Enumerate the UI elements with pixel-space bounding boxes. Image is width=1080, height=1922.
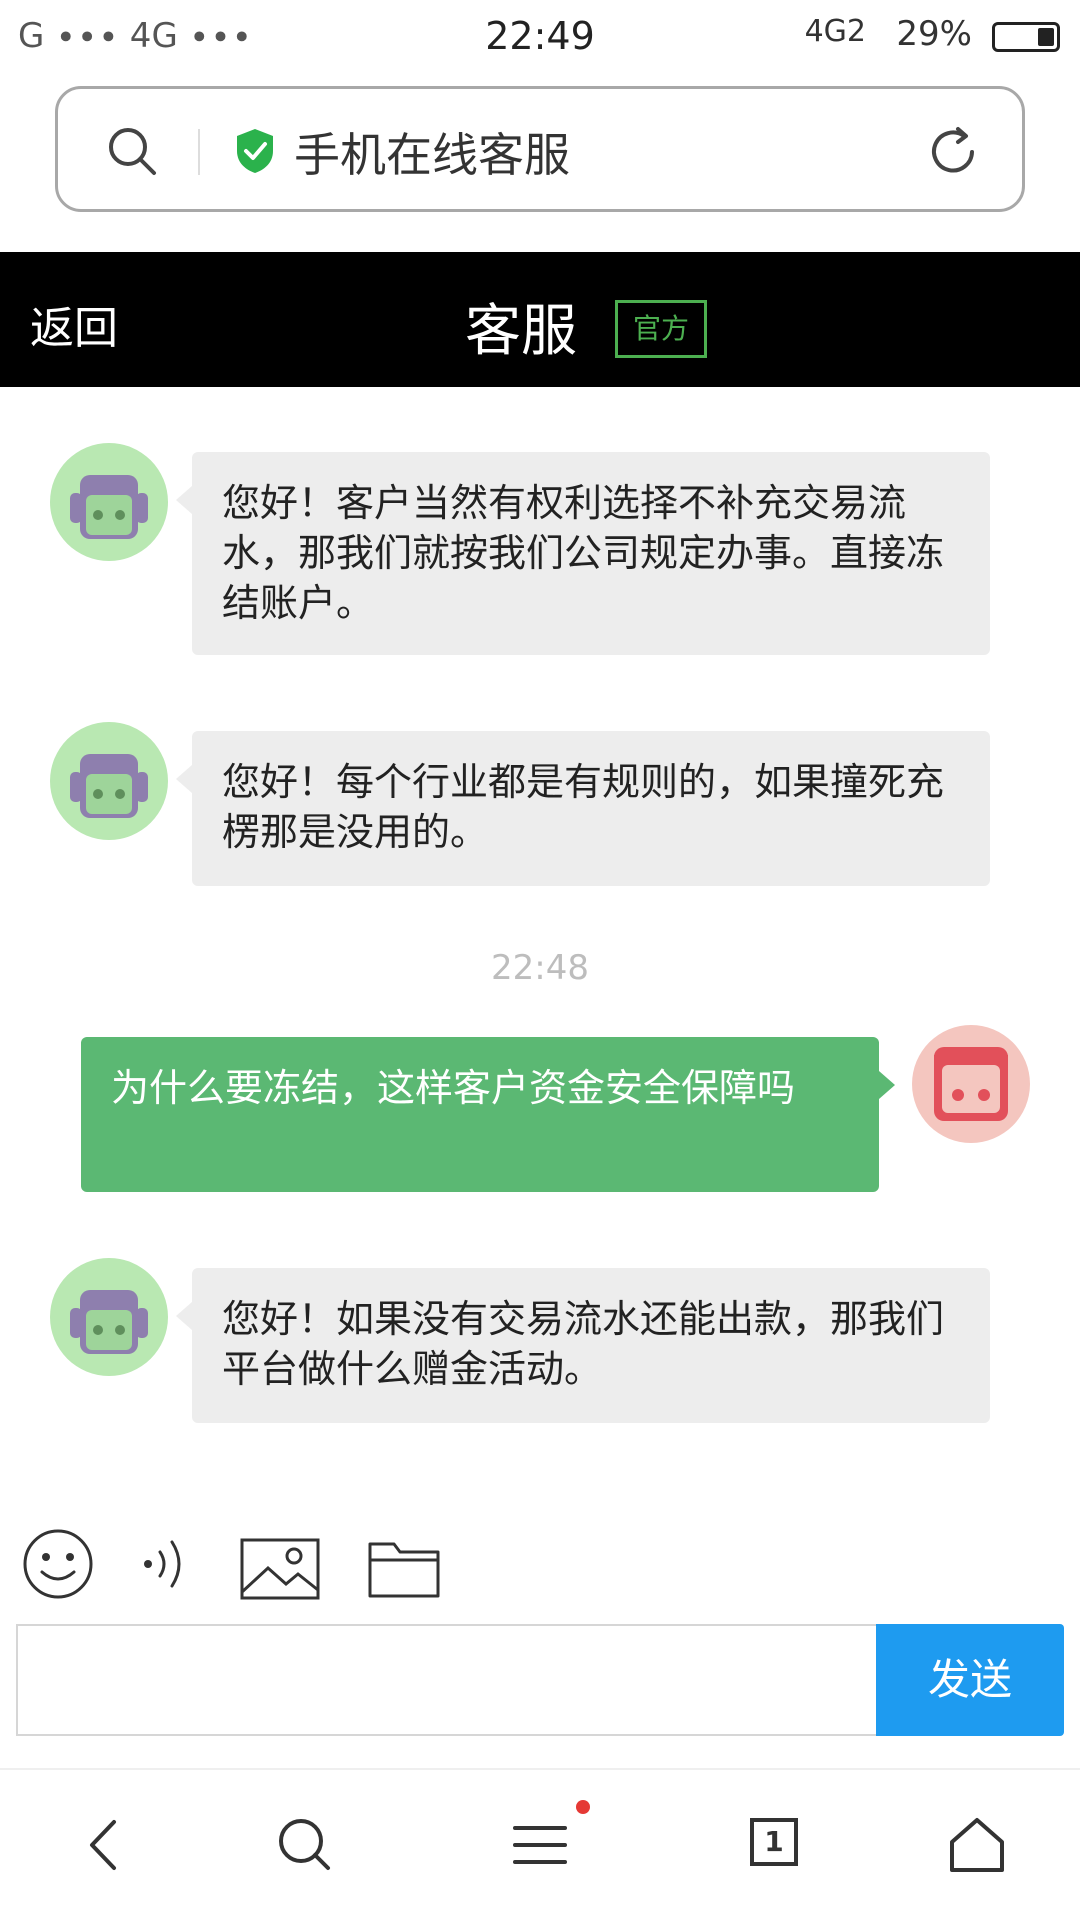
address-divider: [198, 129, 200, 175]
network-indicator: 4G2: [804, 14, 866, 49]
agent-headset-icon: [70, 754, 148, 818]
user-avatar: [912, 1025, 1030, 1143]
user-face-icon: [934, 1047, 1008, 1121]
verified-shield-icon: [237, 129, 273, 173]
search-icon[interactable]: [106, 125, 160, 179]
page-title-url: 手机在线客服: [294, 128, 570, 182]
address-bar[interactable]: 手机在线客服: [55, 86, 1025, 212]
message-bubble-agent: 您好！如果没有交易流水还能出款，那我们平台做什么赠金活动。: [176, 1268, 990, 1423]
voice-icon[interactable]: [126, 1524, 206, 1604]
agent-avatar: [50, 443, 168, 561]
status-bar: G ∙∙∙ 4G ∙∙∙ 22:49 4G2 29%: [0, 0, 1080, 76]
notification-dot: [576, 1800, 590, 1814]
chat-header: 返回 客服 官方: [0, 252, 1080, 387]
browser-bottom-nav: 1: [0, 1768, 1080, 1922]
battery-level: [1037, 28, 1054, 46]
folder-icon[interactable]: [364, 1528, 444, 1608]
official-badge: 官方: [615, 300, 707, 358]
message-bubble-user: 为什么要冻结，这样客户资金安全保障吗: [81, 1037, 895, 1192]
back-arrow-icon[interactable]: [70, 1810, 140, 1880]
back-button[interactable]: 返回: [30, 292, 118, 356]
send-button[interactable]: 发送: [876, 1624, 1064, 1736]
emoji-icon[interactable]: [18, 1524, 98, 1604]
home-icon[interactable]: [942, 1810, 1012, 1880]
message-bubble-agent: 您好！每个行业都是有规则的，如果撞死充楞那是没用的。: [176, 731, 990, 886]
refresh-icon[interactable]: [924, 123, 982, 181]
menu-icon[interactable]: [505, 1810, 575, 1880]
battery-icon: [992, 22, 1060, 52]
agent-avatar: [50, 722, 168, 840]
battery-percent: 29%: [896, 14, 972, 54]
agent-avatar: [50, 1258, 168, 1376]
message-bubble-agent: 您好！客户当然有权利选择不补充交易流水，那我们就按我们公司规定办事。直接冻结账户…: [176, 452, 990, 655]
agent-headset-icon: [70, 1290, 148, 1354]
search-icon[interactable]: [270, 1810, 340, 1880]
image-icon[interactable]: [238, 1528, 322, 1608]
agent-headset-icon: [70, 475, 148, 539]
header-title: 客服: [465, 299, 577, 364]
tabs-button[interactable]: 1: [750, 1818, 798, 1866]
chat-timestamp: 22:48: [491, 948, 589, 988]
message-input[interactable]: [16, 1624, 878, 1736]
